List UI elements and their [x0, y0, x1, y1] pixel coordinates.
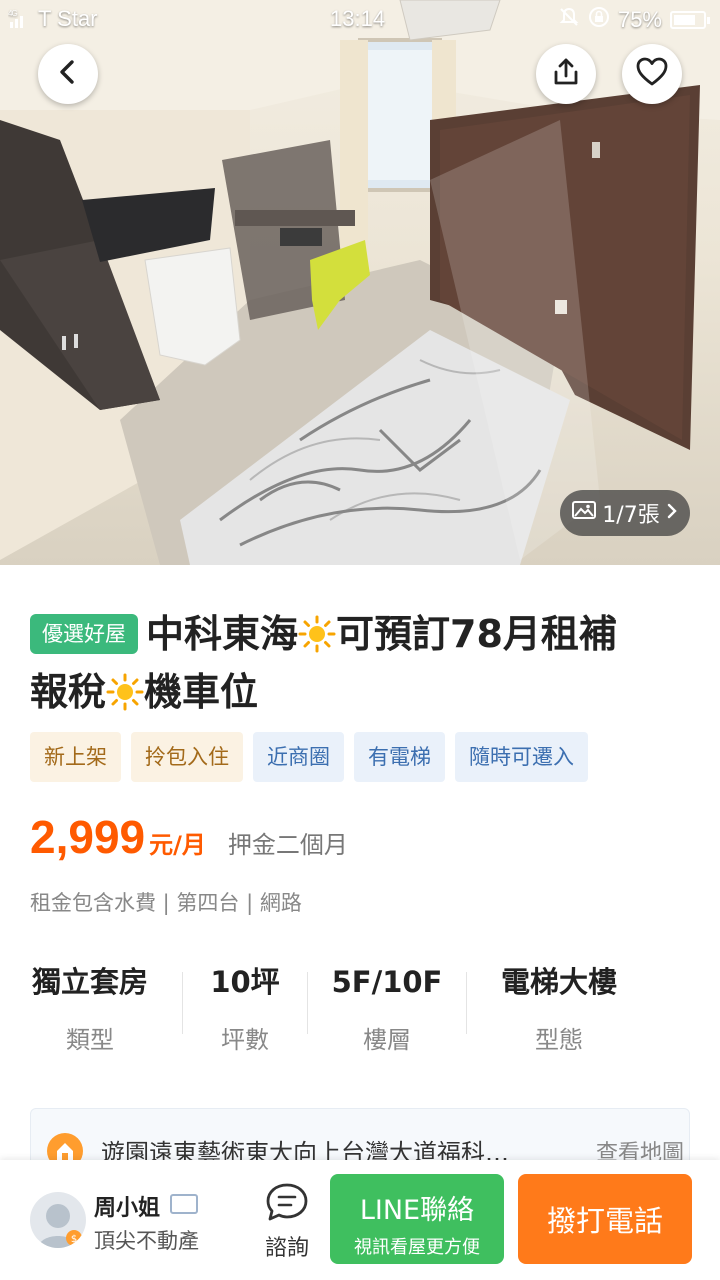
tag: 近商圈 — [253, 732, 344, 782]
divider — [466, 972, 467, 1034]
spec-summary: 獨立套房 類型 10坪 坪數 5F/10F 樓層 電梯大樓 型態 — [0, 960, 720, 1060]
photo-counter-text: 1/7張 — [602, 503, 660, 528]
listing-title: 優選好屋 中科東海 可預訂78月租補報稅 機車位 — [30, 605, 700, 721]
deposit: 押金二個月 — [227, 831, 348, 859]
title-part: 中科東海 — [146, 612, 299, 656]
tag: 拎包入住 — [131, 732, 243, 782]
feature-tags: 新上架 拎包入住 近商圈 有電梯 隨時可遷入 — [30, 732, 588, 782]
tag: 有電梯 — [354, 732, 445, 782]
spec-area: 10坪 坪數 — [165, 960, 325, 1055]
agent-name: 周小姐 — [94, 1196, 161, 1221]
price-row: 2,999 元/月 押金二個月 — [30, 810, 348, 864]
agent-company: 頂尖不動產 — [94, 1229, 199, 1253]
title-part: 可預訂78月租補 — [336, 612, 617, 656]
spec-label: 型態 — [535, 1026, 583, 1054]
spec-building: 電梯大樓 型態 — [479, 960, 639, 1055]
spec-floor: 5F/10F 樓層 — [307, 960, 467, 1055]
consult-button[interactable]: 諮詢 — [256, 1182, 318, 1262]
svg-text:4G: 4G — [8, 9, 17, 18]
chat-icon — [264, 1183, 310, 1226]
consult-label: 諮詢 — [264, 1236, 309, 1261]
signal-icon: 4G — [8, 8, 32, 31]
agent-avatar[interactable]: $ — [30, 1192, 86, 1248]
rent-price: 2,999 — [30, 811, 146, 863]
listing-photo[interactable]: 4G T Star 13:14 75% 1/7張 — [0, 0, 720, 565]
share-icon — [550, 56, 582, 92]
photo-counter[interactable]: 1/7張 — [560, 490, 690, 536]
back-button[interactable] — [38, 44, 98, 104]
favorite-button[interactable] — [622, 44, 682, 104]
title-part: 機車位 — [144, 670, 259, 714]
tag: 隨時可遷入 — [455, 732, 588, 782]
rent-unit: 元/月 — [149, 831, 206, 859]
id-card-icon — [170, 1194, 198, 1214]
spec-label: 坪數 — [221, 1026, 269, 1054]
heart-icon — [635, 56, 669, 92]
carrier-name: T Star — [38, 6, 98, 31]
call-label: 撥打電話 — [546, 1204, 663, 1238]
image-icon — [572, 500, 597, 526]
spec-type: 獨立套房 類型 — [10, 960, 170, 1055]
rotation-lock-icon — [588, 6, 610, 34]
battery-fill — [674, 15, 695, 25]
spec-label: 樓層 — [363, 1026, 411, 1054]
status-bar: 4G T Star 13:14 75% — [0, 0, 720, 38]
chevron-right-icon — [666, 501, 678, 526]
clock: 13:14 — [330, 6, 386, 31]
line-contact-button[interactable]: LINE聯絡 視訊看屋更方便 — [330, 1174, 504, 1264]
premium-badge: 優選好屋 — [30, 614, 138, 654]
back-icon — [53, 57, 83, 91]
mute-bell-icon — [558, 6, 580, 34]
title-part: 報稅 — [30, 670, 107, 714]
sun-icon — [298, 611, 336, 653]
share-button[interactable] — [536, 44, 596, 104]
carrier: 4G T Star — [8, 6, 98, 32]
spec-value: 電梯大樓 — [500, 965, 617, 999]
tag: 新上架 — [30, 732, 121, 782]
line-contact-title: LINE聯絡 — [359, 1195, 475, 1226]
status-right: 75% — [558, 6, 710, 34]
included-fees: 租金包含水費 | 第四台 | 網路 — [30, 891, 302, 915]
listing-page: 4G T Star 13:14 75% 1/7張 優選好屋 中科東海 可預訂78… — [0, 0, 720, 1280]
line-contact-subtitle: 視訊看屋更方便 — [354, 1237, 480, 1258]
spec-value: 10坪 — [210, 965, 280, 999]
sun-icon — [106, 669, 144, 711]
listing-details: 優選好屋 中科東海 可預訂78月租補報稅 機車位 新上架 拎包入住 近商圈 有電梯 隨… — [0, 565, 720, 1178]
bottom-action-bar: $ 周小姐 頂尖不動產 諮詢 LINE聯絡 視訊看屋更方便 撥打電話 — [0, 1160, 720, 1280]
spec-value: 獨立套房 — [31, 965, 148, 999]
battery-icon — [670, 11, 710, 29]
call-button[interactable]: 撥打電話 — [518, 1174, 692, 1264]
svg-text:$: $ — [71, 1234, 77, 1245]
battery-percent: 75% — [617, 7, 662, 32]
spec-value: 5F/10F — [331, 965, 443, 999]
room-photo-illustration — [0, 0, 720, 565]
spec-label: 類型 — [66, 1026, 114, 1054]
